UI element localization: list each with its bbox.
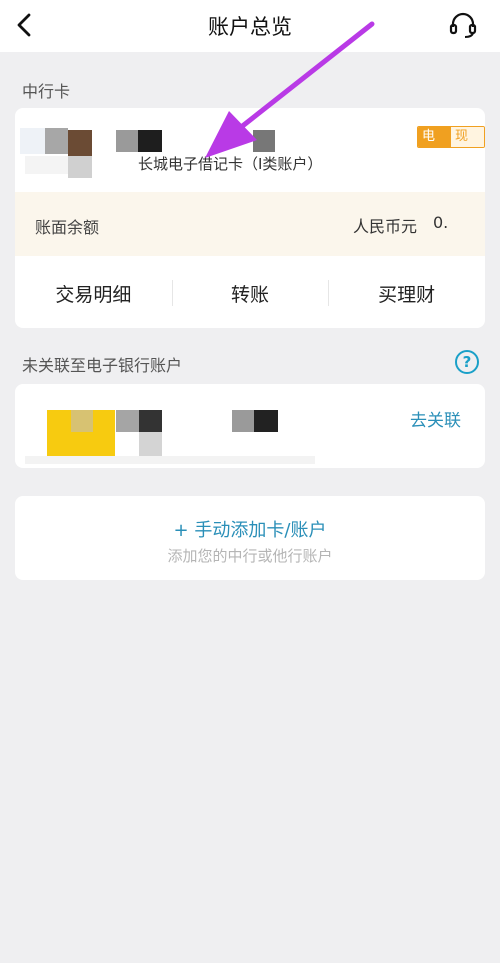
arrow-annotation (205, 21, 375, 158)
